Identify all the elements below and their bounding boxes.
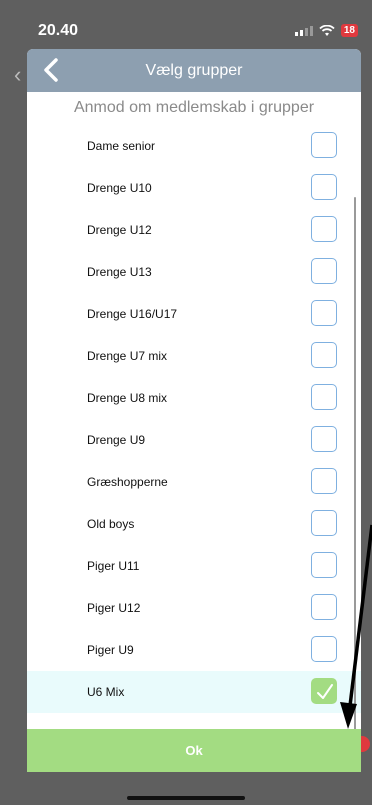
wifi-icon	[319, 24, 335, 36]
checkmark-icon	[317, 684, 333, 699]
background-back-icon: ‹	[14, 62, 22, 87]
signal-icon	[294, 25, 313, 36]
group-checkbox[interactable]	[311, 552, 337, 578]
group-checkbox[interactable]	[311, 510, 337, 536]
group-row[interactable]: Old boys	[27, 503, 361, 545]
group-checkbox[interactable]	[311, 216, 337, 242]
group-row[interactable]: Græshopperne	[27, 461, 361, 503]
group-label: Græshopperne	[87, 475, 168, 489]
group-label: Drenge U7 mix	[87, 349, 168, 363]
status-bar: 20.40 18	[0, 0, 372, 44]
group-checkbox[interactable]	[311, 132, 337, 158]
group-row[interactable]: Drenge U10	[27, 167, 361, 209]
group-checkbox[interactable]	[311, 636, 337, 662]
group-row[interactable]: Piger U11	[27, 545, 361, 587]
group-row[interactable]: Drenge U16/U17	[27, 293, 361, 335]
group-row[interactable]: Dame senior	[27, 125, 361, 167]
group-label: Drenge U10	[87, 181, 152, 195]
group-row[interactable]: Piger U9	[27, 629, 361, 671]
group-label: Piger U9	[87, 643, 134, 657]
group-row[interactable]: U6 Mix	[27, 671, 361, 713]
modal-header: Vælg grupper	[27, 49, 361, 92]
battery-icon: 18	[340, 24, 358, 37]
status-icons: 18	[294, 24, 358, 37]
group-row[interactable]: Drenge U7 mix	[27, 335, 361, 377]
group-checkbox[interactable]	[311, 468, 337, 494]
scrollbar[interactable]	[354, 197, 356, 737]
group-label: Piger U12	[87, 601, 141, 615]
group-label: Drenge U8 mix	[87, 391, 168, 405]
group-row[interactable]: Drenge U9	[27, 419, 361, 461]
group-label: Drenge U12	[87, 223, 152, 237]
group-label: Old boys	[87, 517, 135, 531]
group-checkbox[interactable]	[311, 174, 337, 200]
group-label: Dame senior	[87, 139, 156, 153]
group-label: Piger U11	[87, 559, 140, 573]
group-checkbox[interactable]	[311, 342, 337, 368]
modal-subtitle: Anmod om medlemskab i grupper	[73, 99, 315, 116]
group-label: U6 Mix	[87, 685, 125, 699]
group-checkbox[interactable]	[311, 678, 337, 704]
group-checkbox[interactable]	[311, 384, 337, 410]
group-checkbox[interactable]	[311, 594, 337, 620]
home-indicator	[127, 796, 245, 800]
group-label: Drenge U13	[87, 265, 152, 279]
group-label: Drenge U16/U17	[87, 307, 178, 321]
group-checkbox[interactable]	[311, 300, 337, 326]
group-checkbox[interactable]	[311, 426, 337, 452]
group-row[interactable]: Piger U12	[27, 587, 361, 629]
modal-title: Vælg grupper	[145, 62, 243, 79]
ok-button[interactable]: Ok	[27, 729, 361, 772]
select-groups-modal: Vælg grupper Anmod om medlemskab i grupp…	[27, 49, 361, 772]
group-row[interactable]: Drenge U12	[27, 209, 361, 251]
group-row[interactable]: Drenge U13	[27, 251, 361, 293]
group-label: Drenge U9	[87, 433, 146, 447]
group-list: Dame senior Drenge U10 Drenge U12 Drenge U1…	[27, 125, 361, 713]
group-row[interactable]: Drenge U8 mix	[27, 377, 361, 419]
status-time: 20.40	[38, 22, 79, 39]
group-checkbox[interactable]	[311, 258, 337, 284]
